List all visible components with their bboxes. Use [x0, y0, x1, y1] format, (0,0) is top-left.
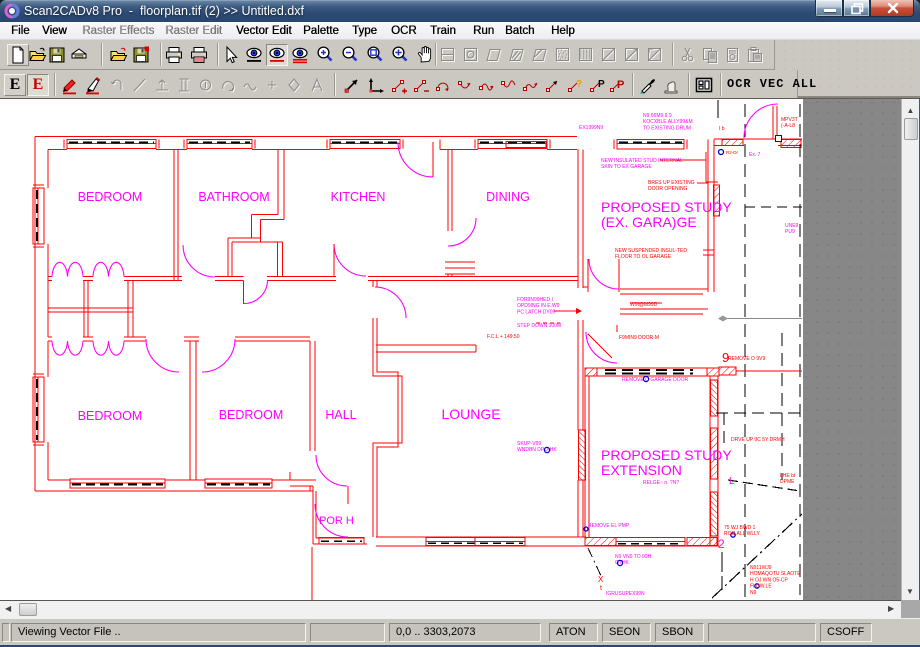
svg-text:9: 9 — [722, 350, 729, 365]
svg-text:OPD9ING IN E.W9: OPD9ING IN E.W9 — [517, 303, 560, 309]
svg-text:2: 2 — [718, 537, 725, 551]
svg-text:POR H: POR H — [319, 515, 354, 527]
svg-text:?: ? — [576, 79, 582, 90]
svg-text:HOMAQOTU SLAOTE: HOMAQOTU SLAOTE — [750, 571, 801, 577]
svg-text:P: P — [598, 79, 605, 90]
svg-text:EXTENSION: EXTENSION — [601, 462, 682, 478]
svg-text:TO EXISTING DRUM: TO EXISTING DRUM — [643, 125, 691, 131]
svg-text:STEP DOWN 100M: STEP DOWN 100M — [517, 323, 561, 329]
svg-text:KOCXBLE ALLY99&M: KOCXBLE ALLY99&M — [643, 119, 693, 125]
svg-text:KITCHEN: KITCHEN — [331, 190, 386, 204]
svg-text:SKUP-V99: SKUP-V99 — [517, 441, 541, 447]
svg-text:(EX. GARA)GE: (EX. GARA)GE — [601, 214, 697, 230]
svg-text:PROPOSED STUDY: PROPOSED STUDY — [601, 199, 732, 215]
svg-text:FLOOR TO OL GARAGE: FLOOR TO OL GARAGE — [615, 254, 672, 260]
svg-text:ROO ALL WLLY: ROO ALL WLLY — [724, 531, 761, 537]
svg-text:PU9: PU9 — [785, 229, 795, 235]
svg-text:BEDROOM: BEDROOM — [78, 409, 143, 423]
svg-text:N9 66M9 9 9: N9 66M9 9 9 — [643, 113, 672, 119]
svg-text:PROPOSED STUDY: PROPOSED STUDY — [601, 447, 732, 463]
svg-text:MPV3T: MPV3T — [781, 117, 798, 123]
svg-text:LHE bt: LHE bt — [780, 473, 796, 479]
svg-text:N9 VN9 TO 99H: N9 VN9 TO 99H — [615, 554, 652, 560]
svg-text:RELGE○ n. ?N?: RELGE○ n. ?N? — [643, 480, 679, 486]
svg-text:DPME: DPME — [780, 479, 795, 485]
svg-text:IGRUSUPEX99N: IGRUSUPEX99N — [606, 591, 645, 597]
svg-text:NEW SUSPENDED INSUL-TED: NEW SUSPENDED INSUL-TED — [615, 248, 687, 254]
svg-text:BEDROOM: BEDROOM — [219, 408, 284, 422]
svg-text:75 WJ BWD 1: 75 WJ BWD 1 — [724, 525, 756, 531]
svg-text:H OJ WN O5-CP: H OJ WN O5-CP — [750, 577, 788, 583]
svg-text:F9MIN9 DOOR-M: F9MIN9 DOOR-M — [619, 335, 659, 341]
svg-text:DOOR OPENING: DOOR OPENING — [648, 186, 688, 192]
svg-text:L: L — [729, 476, 735, 487]
svg-text:PC LATCH DY09: PC LATCH DY09 — [517, 309, 555, 315]
svg-text:DINING: DINING — [486, 190, 530, 204]
svg-text:SKIN TO EX GARAGE: SKIN TO EX GARAGE — [601, 164, 652, 170]
svg-text:REMOVE O GARAGE DOOR: REMOVE O GARAGE DOOR — [622, 377, 689, 383]
svg-text:BRES UP EXISTING: BRES UP EXISTING — [648, 180, 695, 186]
svg-text:W9I@M99D: W9I@M99D — [630, 302, 658, 308]
svg-text:FLOW.LE: FLOW.LE — [750, 584, 772, 590]
svg-text:REMOVE EL PMP: REMOVE EL PMP — [588, 523, 630, 529]
svg-text:REMOVE O 9V9: REMOVE O 9V9 — [728, 356, 765, 362]
svg-text:FOR9N99HED I: FOR9N99HED I — [517, 297, 553, 303]
svg-text:WNDBN DPO-HK: WNDBN DPO-HK — [517, 447, 557, 453]
svg-text:F.C.L + 149.50: F.C.L + 149.50 — [487, 334, 520, 340]
svg-text:HALL: HALL — [325, 408, 356, 422]
svg-text:t: t — [600, 585, 602, 592]
svg-text:Ex. 7: Ex. 7 — [749, 152, 761, 158]
svg-text:X: X — [598, 575, 604, 584]
svg-text:(-A-L8: (-A-L8 — [781, 123, 795, 129]
svg-text:NEW INSULATED STUD INTERNAL: NEW INSULATED STUD INTERNAL — [601, 158, 683, 164]
svg-text:BATHROOM: BATHROOM — [198, 190, 269, 204]
svg-text:DRVE UP 9C 5Y DRMH: DRVE UP 9C 5Y DRMH — [731, 437, 785, 443]
svg-text:I b: I b — [719, 126, 725, 132]
svg-text:P: P — [617, 79, 624, 91]
svg-text:N911WJ9: N911WJ9 — [750, 565, 772, 571]
svg-text:LOUNGE: LOUNGE — [441, 406, 500, 422]
svg-text:R2-Dr: R2-Dr — [726, 150, 739, 155]
svg-text:UNE9: UNE9 — [785, 223, 799, 229]
svg-text:N9: N9 — [750, 590, 757, 596]
svg-text:EX1999N9: EX1999N9 — [579, 125, 603, 131]
svg-text:BEDROOM: BEDROOM — [78, 190, 143, 204]
